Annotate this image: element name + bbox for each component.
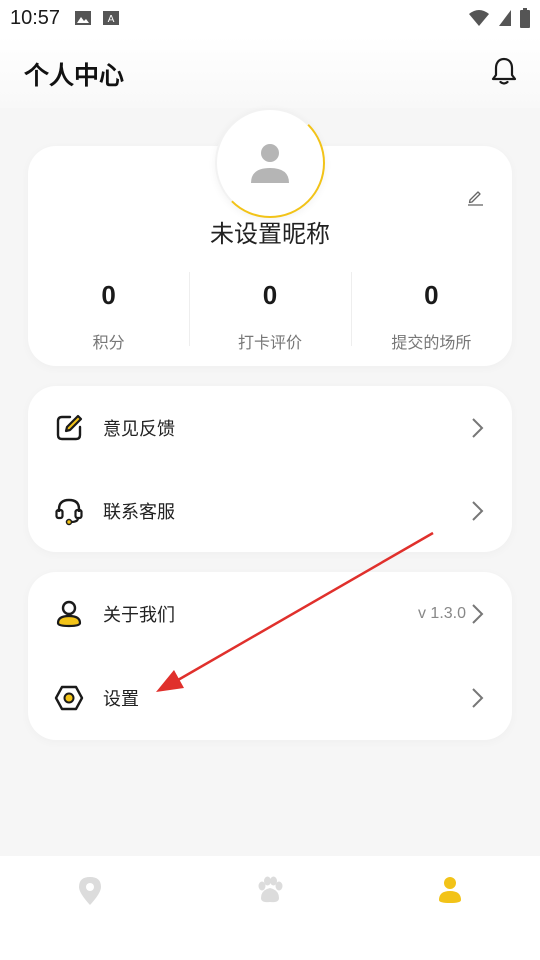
stats-row: 0 积分 0 打卡评价 0 提交的场所 <box>28 272 512 352</box>
menu-item-settings[interactable]: 设置 <box>28 656 512 739</box>
menu-card-support: 意见反馈 联系客服 <box>28 386 512 552</box>
headset-icon <box>54 496 84 526</box>
feedback-edit-icon <box>54 413 84 443</box>
status-indicators <box>468 8 530 28</box>
paw-icon <box>258 876 283 903</box>
stat-value: 0 <box>101 280 116 310</box>
menu-label: 设置 <box>103 688 139 710</box>
battery-icon <box>520 8 530 28</box>
menu-item-customer-service[interactable]: 联系客服 <box>28 469 512 552</box>
notification-bell-icon[interactable] <box>490 56 518 86</box>
menu-item-feedback[interactable]: 意见反馈 <box>28 386 512 469</box>
page-title: 个人中心 <box>24 61 125 90</box>
stat-submitted-places[interactable]: 0 提交的场所 <box>350 272 512 352</box>
bottom-nav <box>0 856 540 960</box>
edit-profile-icon[interactable] <box>466 188 484 206</box>
default-avatar-icon <box>251 144 289 183</box>
location-pin-icon <box>79 877 101 905</box>
stat-points[interactable]: 0 积分 <box>28 272 189 352</box>
chevron-right-icon <box>472 418 484 438</box>
chevron-right-icon <box>472 501 484 521</box>
app-version: v 1.3.0 <box>417 604 466 622</box>
stat-checkin-reviews[interactable]: 0 打卡评价 <box>189 272 350 352</box>
settings-hexagon-icon <box>54 683 84 713</box>
nav-tab-map[interactable] <box>0 856 180 960</box>
stat-label: 积分 <box>92 333 125 352</box>
image-notification-icon <box>75 11 92 25</box>
wifi-icon <box>469 10 489 26</box>
about-user-icon <box>54 599 84 629</box>
stat-label: 提交的场所 <box>391 333 472 352</box>
stat-value: 0 <box>424 280 439 310</box>
nickname[interactable]: 未设置昵称 <box>0 214 540 249</box>
avatar[interactable] <box>215 108 325 218</box>
chevron-right-icon <box>472 604 484 624</box>
profile-icon <box>439 877 461 903</box>
nav-tab-profile[interactable] <box>360 856 540 960</box>
menu-label: 意见反馈 <box>103 418 175 440</box>
signal-icon <box>499 10 511 26</box>
status-bar: 10:57 A <box>0 0 540 36</box>
text-notification-icon: A <box>103 11 120 25</box>
chevron-right-icon <box>472 688 484 708</box>
menu-item-about[interactable]: 关于我们 v 1.3.0 <box>28 572 512 655</box>
stat-value: 0 <box>262 280 278 310</box>
stat-label: 打卡评价 <box>237 333 302 352</box>
status-time: 10:57 <box>10 6 61 29</box>
menu-label: 联系客服 <box>103 501 175 523</box>
header: 个人中心 <box>0 36 540 108</box>
svg-text:A: A <box>108 14 115 25</box>
menu-card-app: 关于我们 v 1.3.0 设置 <box>28 572 512 740</box>
menu-label: 关于我们 <box>103 604 175 626</box>
nav-tab-pets[interactable] <box>180 856 360 960</box>
